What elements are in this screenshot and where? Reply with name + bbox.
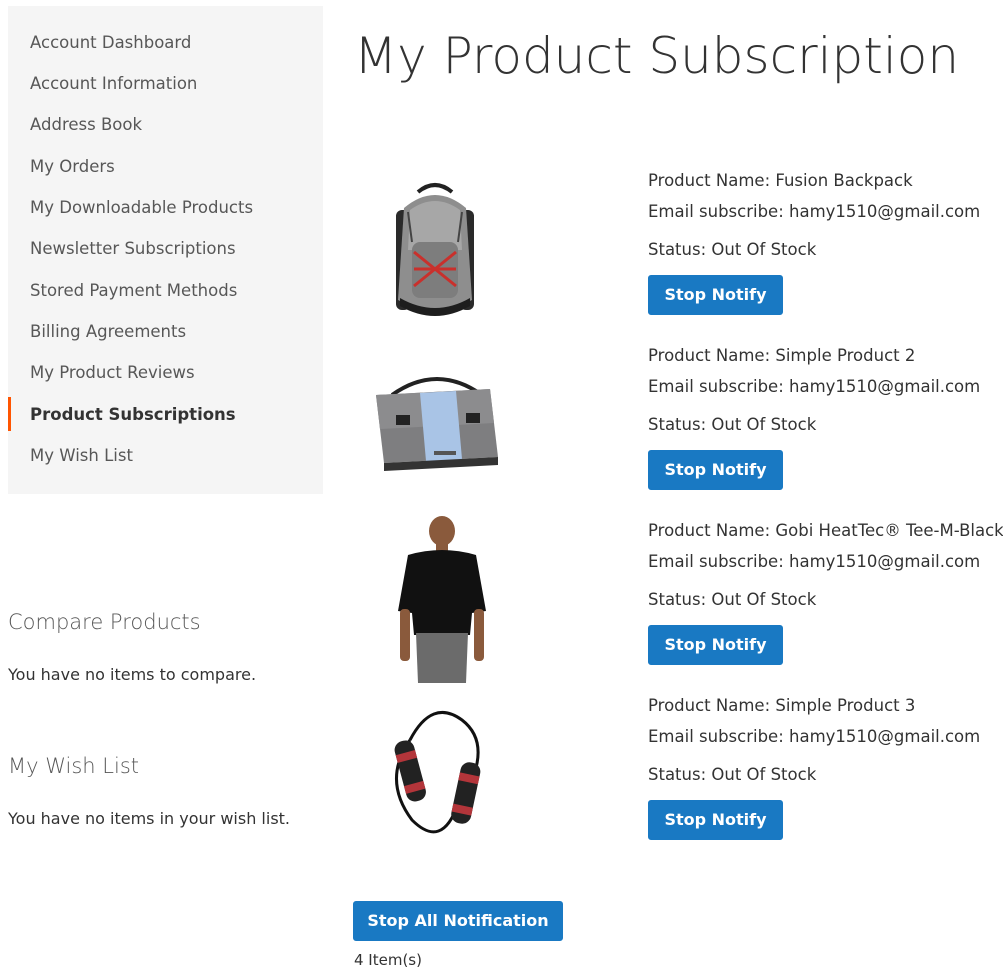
compare-products-title: Compare Products [8,610,201,634]
sidebar-item-account-dashboard[interactable]: Account Dashboard [30,32,191,54]
stop-all-notification-button[interactable]: Stop All Notification [353,901,563,941]
sidebar-item-account-information[interactable]: Account Information [30,73,197,95]
sidebar-item-my-wish-list[interactable]: My Wish List [30,445,133,467]
sidebar-item-billing-agreements[interactable]: Billing Agreements [30,321,186,343]
sidebar-item-newsletter-subscriptions[interactable]: Newsletter Subscriptions [30,238,236,260]
messenger-bag-image [362,345,512,505]
backpack-image [360,170,510,330]
wishlist-empty-text: You have no items in your wish list. [8,809,291,828]
page: Account Dashboard Account Information Ad… [0,0,1003,971]
sidebar-item-my-product-reviews[interactable]: My Product Reviews [30,362,195,384]
status-text: Status: Out Of Stock [648,590,817,609]
page-title: My Product Subscription [354,27,960,85]
product-name-text: Product Name: Fusion Backpack [648,171,913,190]
account-navigation: Account Dashboard Account Information Ad… [8,6,323,494]
wishlist-title: My Wish List [8,754,139,778]
sidebar-item-my-downloadable-products[interactable]: My Downloadable Products [30,197,253,219]
product-name-text: Product Name: Simple Product 2 [648,346,916,365]
stop-notify-button[interactable]: Stop Notify [648,625,783,665]
status-text: Status: Out Of Stock [648,415,817,434]
tshirt-model-image [368,515,518,683]
email-subscribe-text: Email subscribe: hamy1510@gmail.com [648,727,981,746]
sidebar-item-address-book[interactable]: Address Book [30,114,142,136]
stop-notify-button[interactable]: Stop Notify [648,275,783,315]
sidebar-item-stored-payment-methods[interactable]: Stored Payment Methods [30,280,237,302]
email-subscribe-text: Email subscribe: hamy1510@gmail.com [648,377,981,396]
status-text: Status: Out Of Stock [648,240,817,259]
sidebar-item-my-orders[interactable]: My Orders [30,156,115,178]
sidebar-item-product-subscriptions: Product Subscriptions [30,405,236,424]
product-name-text: Product Name: Gobi HeatTec® Tee-M-Black [648,521,1003,540]
active-nav-marker [8,397,11,431]
email-subscribe-text: Email subscribe: hamy1510@gmail.com [648,202,981,221]
item-count: 4 Item(s) [354,951,422,969]
email-subscribe-text: Email subscribe: hamy1510@gmail.com [648,552,981,571]
stop-notify-button[interactable]: Stop Notify [648,450,783,490]
product-name-text: Product Name: Simple Product 3 [648,696,916,715]
stop-notify-button[interactable]: Stop Notify [648,800,783,840]
compare-empty-text: You have no items to compare. [8,665,257,684]
jump-rope-image [362,700,512,860]
status-text: Status: Out Of Stock [648,765,817,784]
